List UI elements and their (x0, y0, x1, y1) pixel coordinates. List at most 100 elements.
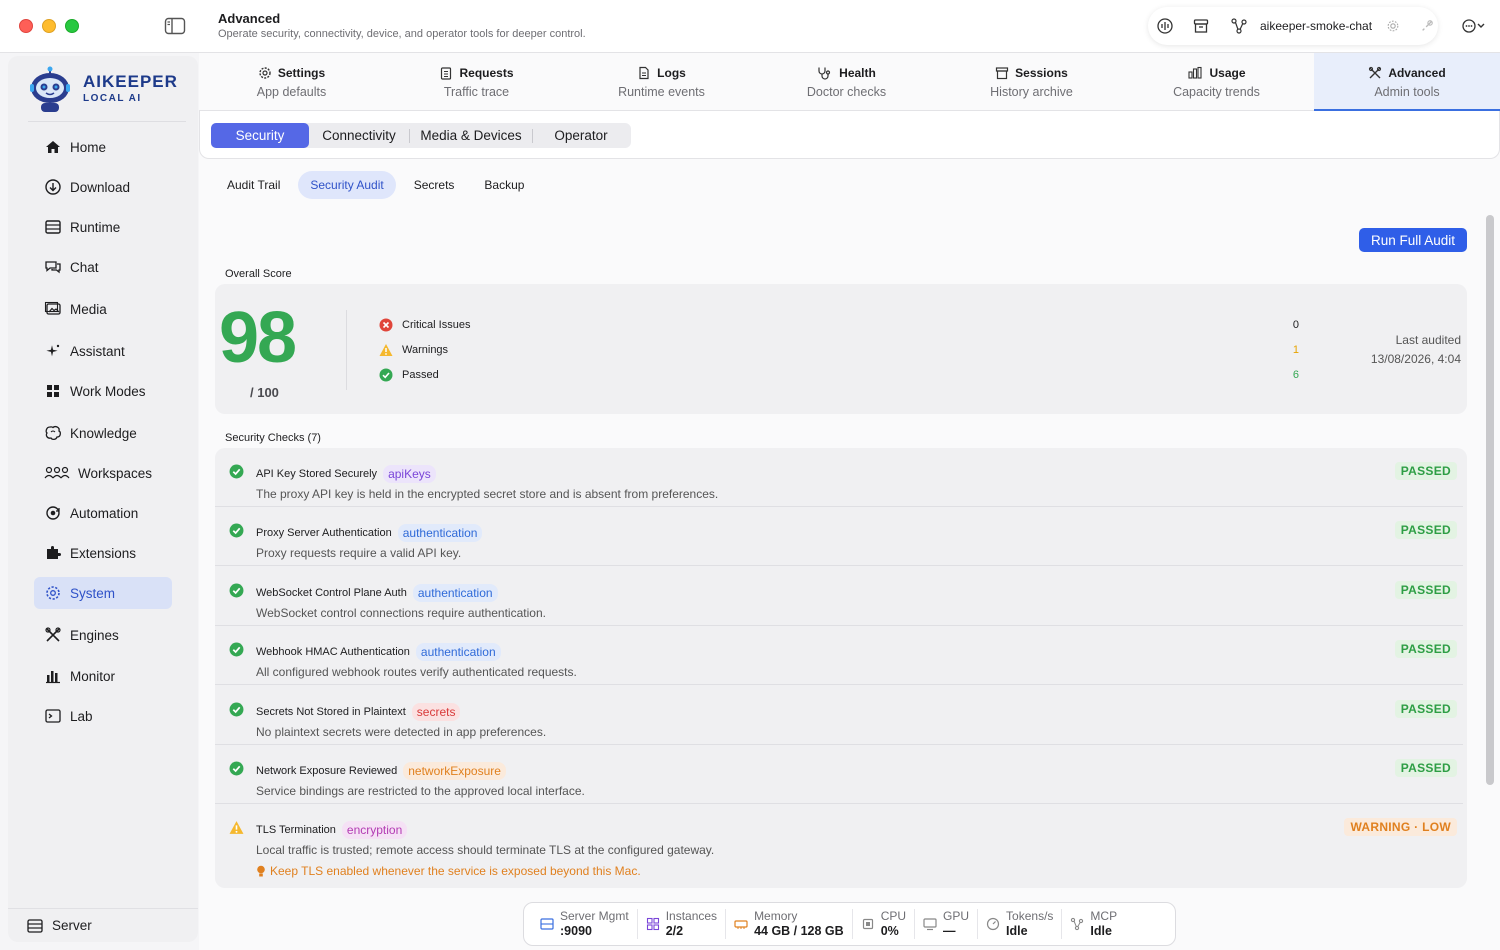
gear-icon (259, 67, 271, 79)
status-cpu[interactable]: CPU 0% (853, 909, 916, 939)
content-scrollbar[interactable] (1486, 215, 1494, 785)
subtab-backup[interactable]: Backup (472, 171, 536, 199)
check-row[interactable]: Proxy Server Authentication authenticatio… (215, 507, 1463, 566)
model-graph-icon (1231, 18, 1247, 34)
subtab-security-audit[interactable]: Security Audit (298, 171, 396, 199)
status-server-mgmt[interactable]: Server Mgmt:9090 (532, 909, 638, 939)
check-circle-icon (229, 702, 244, 717)
title-bar: Advanced Operate security, connectivity,… (0, 0, 1500, 53)
wrench-icon[interactable] (1420, 19, 1434, 33)
status-value: 0% (880, 924, 899, 938)
tools-icon (45, 627, 61, 642)
tab-health[interactable]: Health Doctor checks (754, 53, 939, 111)
server-footer-button[interactable]: Server (8, 908, 198, 942)
model-settings-gear-icon[interactable] (1386, 19, 1400, 33)
last-audited-label: Last audited (1395, 333, 1461, 347)
sparkle-icon (46, 344, 60, 357)
sidebar-item-label: Automation (70, 505, 139, 521)
run-full-audit-button[interactable]: Run Full Audit (1359, 228, 1467, 252)
sidebar-item-runtime[interactable]: Runtime (34, 211, 172, 243)
gpu-icon (923, 918, 937, 931)
check-description: All configured webhook routes verify aut… (256, 665, 577, 679)
sidebar-item-lab[interactable]: Lab (34, 700, 172, 732)
sidebar-item-label: Workspaces (78, 465, 153, 481)
voice-icon[interactable] (1157, 18, 1173, 34)
sidebar-item-home[interactable]: Home (34, 131, 172, 163)
media-icon (44, 301, 61, 315)
segment-operator[interactable]: Operator (533, 123, 629, 148)
status-bar: Server Mgmt:9090 Instances 2/2 Memory 44 G… (523, 902, 1176, 946)
sidebar-item-chat[interactable]: Chat (34, 251, 172, 283)
sidebar-item-engines[interactable]: Engines (34, 619, 172, 651)
status-label: MCP (1090, 909, 1118, 923)
warning-triangle-icon (379, 344, 393, 356)
status-gpu[interactable]: GPU — (915, 909, 979, 939)
check-title: Webhook HMAC Authentication (256, 646, 410, 658)
subtab-secrets[interactable]: Secrets (402, 171, 467, 199)
brand-name: AIKEEPER (83, 72, 178, 91)
tab-requests[interactable]: Requests Traffic trace (384, 53, 569, 111)
sidebar-item-label: Assistant (70, 343, 125, 359)
check-hint-text: Keep TLS enabled whenever the service is… (270, 864, 641, 878)
sidebar-item-extensions[interactable]: Extensions (34, 537, 172, 569)
tab-label: Requests (459, 66, 514, 80)
active-model-label[interactable]: aikeeper-smoke-chat (1260, 19, 1372, 33)
sidebar-item-knowledge[interactable]: Knowledge (34, 417, 172, 449)
tab-usage[interactable]: Usage Capacity trends (1124, 53, 1309, 111)
memory-icon (734, 920, 748, 929)
terminal-icon (45, 709, 61, 723)
tab-logs[interactable]: Logs Runtime events (569, 53, 754, 111)
runtime-icon (45, 220, 61, 234)
sidebar-item-work-modes[interactable]: Work Modes (34, 375, 172, 407)
check-row[interactable]: Webhook HMAC Authentication authenticatio… (215, 626, 1463, 685)
tab-settings[interactable]: Settings App defaults (199, 53, 384, 111)
sidebar-item-system[interactable]: System (34, 577, 172, 609)
sidebar-item-monitor[interactable]: Monitor (34, 660, 172, 692)
status-tokens[interactable]: Tokens/s Idle (978, 909, 1063, 939)
check-title: Secrets Not Stored in Plaintext (256, 706, 406, 718)
overall-score-label: Overall Score (225, 268, 292, 280)
tab-subtitle: Runtime events (618, 85, 705, 99)
stat-value: 6 (1292, 369, 1299, 381)
tab-label: Health (839, 66, 876, 80)
sidebar-item-automation[interactable]: Automation (34, 497, 172, 529)
check-circle-icon (379, 368, 393, 382)
tab-advanced[interactable]: Advanced Admin tools (1314, 53, 1500, 111)
check-row[interactable]: TLS Termination encryption Local traffic … (215, 804, 1463, 888)
sidebar-item-label: System (70, 585, 116, 601)
status-mcp[interactable]: MCP Idle (1062, 909, 1125, 939)
status-value: Idle (1090, 924, 1112, 938)
check-row[interactable]: WebSocket Control Plane Auth authenticati… (215, 567, 1463, 626)
stethoscope-icon (818, 67, 831, 80)
archive-icon[interactable] (1193, 18, 1209, 34)
status-memory[interactable]: Memory 44 GB / 128 GB (726, 909, 853, 939)
segment-security[interactable]: Security (211, 123, 309, 148)
status-badge: PASSED (1394, 640, 1457, 658)
subtab-audit-trail[interactable]: Audit Trail (215, 171, 292, 199)
tab-sessions[interactable]: Sessions History archive (939, 53, 1124, 111)
sidebar-toggle-icon[interactable] (164, 16, 186, 36)
status-badge: PASSED (1394, 462, 1457, 480)
check-title: WebSocket Control Plane Auth (256, 587, 407, 599)
segment-connectivity[interactable]: Connectivity (309, 123, 409, 148)
status-instances[interactable]: Instances 2/2 (638, 909, 727, 939)
check-tag: apiKeys (383, 465, 436, 483)
segment-media-devices[interactable]: Media & Devices (410, 123, 532, 148)
check-circle-icon (229, 583, 244, 598)
check-tag: authentication (415, 643, 501, 661)
account-menu-icon[interactable] (1460, 16, 1488, 36)
sidebar-item-workspaces[interactable]: Workspaces (34, 457, 172, 489)
stat-warnings: Warnings 1 (379, 341, 1299, 359)
sidebar-item-assistant[interactable]: Assistant (34, 335, 172, 367)
check-title: TLS Termination (256, 824, 336, 836)
check-description: No plaintext secrets were detected in ap… (256, 725, 547, 739)
zoom-window-button[interactable] (65, 19, 79, 33)
close-window-button[interactable] (19, 19, 33, 33)
check-row[interactable]: Secrets Not Stored in Plaintext secrets N… (215, 686, 1463, 745)
check-row[interactable]: API Key Stored Securely apiKeys The proxy… (215, 448, 1463, 507)
sidebar-item-download[interactable]: Download (34, 171, 172, 203)
check-row[interactable]: Network Exposure Reviewed networkExposure… (215, 745, 1463, 804)
minimize-window-button[interactable] (42, 19, 56, 33)
tab-label: Advanced (1388, 66, 1446, 80)
sidebar-item-media[interactable]: Media (34, 293, 172, 325)
